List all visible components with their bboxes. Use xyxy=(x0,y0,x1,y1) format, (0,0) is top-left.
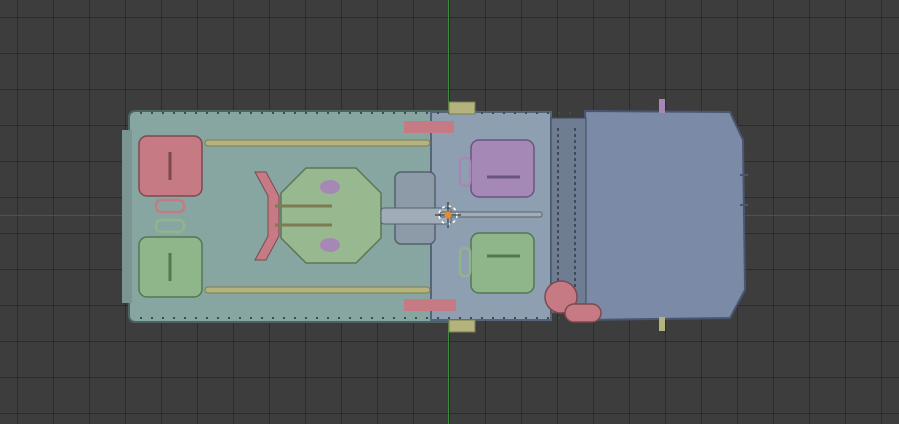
green-hatch-front[interactable] xyxy=(470,232,535,294)
top-step[interactable] xyxy=(448,101,476,115)
pink-pad xyxy=(404,299,456,311)
upper-rail[interactable] xyxy=(204,139,431,147)
antenna-mount xyxy=(659,317,665,331)
lower-rail[interactable] xyxy=(204,286,431,294)
exhaust-pipe xyxy=(564,303,602,323)
3d-viewport[interactable] xyxy=(0,0,899,424)
cab-roof[interactable] xyxy=(584,109,747,322)
antenna-mount xyxy=(659,99,665,113)
pink-pad xyxy=(404,121,454,133)
platform-bolt xyxy=(320,238,340,252)
bottom-step[interactable] xyxy=(448,319,476,333)
rear-edge xyxy=(122,130,132,303)
object-origin xyxy=(444,211,452,219)
purple-hatch[interactable] xyxy=(470,139,535,198)
platform-bolt xyxy=(320,180,340,194)
vehicle-model[interactable] xyxy=(0,0,899,424)
